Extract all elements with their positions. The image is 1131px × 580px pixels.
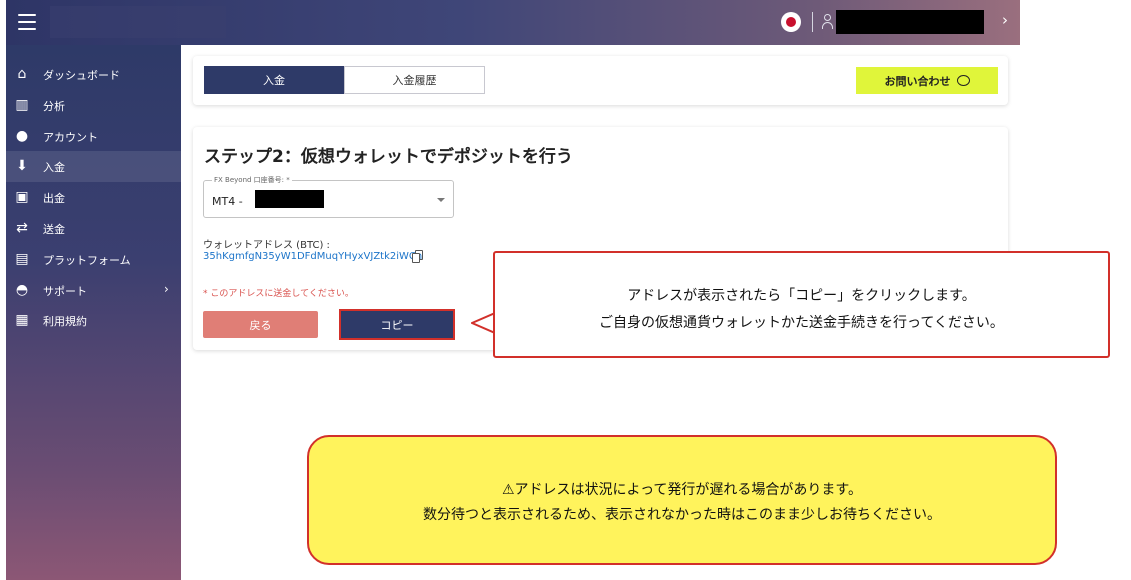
copy-instruction-callout: アドレスが表示されたら「コピー」をクリックします。 ご自身の仮想通貨ウォレットか… <box>493 251 1110 358</box>
sidebar-item-8[interactable]: ▦ 利用規約 <box>6 305 181 336</box>
home-icon: ⌂ <box>17 66 27 82</box>
account-select[interactable]: FX Beyond 口座番号: * MT4 - <box>203 175 454 218</box>
sidebar: ⌂ ダッシュボード ▥ 分析 ● アカウント ⬇ 入金 ▣ 出金 ⇄ 送金 ▤ プラットフォーム ◓ サポート… <box>6 45 181 580</box>
notice-line-1: ⚠アドレスは状況によって発行が遅れる場合があります。 <box>501 482 863 498</box>
sidebar-item-1[interactable]: ▥ 分析 <box>6 90 181 121</box>
tabs-card: 入金 入金履歴 お問い合わせ <box>193 56 1008 105</box>
sidebar-item-label: 送金 <box>43 223 65 236</box>
send-warning-text: * このアドレスに送金してください。 <box>203 289 354 299</box>
support-icon: ◓ <box>15 282 29 298</box>
step-title: ステップ2：仮想ウォレットでデポジットを行う <box>204 147 573 167</box>
brand-area <box>50 6 226 38</box>
back-button[interactable]: 戻る <box>203 311 318 338</box>
sidebar-item-2[interactable]: ● アカウント <box>6 121 181 152</box>
sidebar-item-label: アカウント <box>43 131 98 144</box>
sidebar-item-6[interactable]: ▤ プラットフォーム <box>6 244 181 275</box>
platform-icon: ▤ <box>15 251 29 267</box>
chat-bubble-icon <box>956 75 970 86</box>
tab-deposit-history[interactable]: 入金履歴 <box>344 66 485 94</box>
chevron-right-icon: › <box>164 282 169 296</box>
wallet-address-label: ウォレットアドレス (BTC) : <box>203 240 330 251</box>
sidebar-item-label: プラットフォーム <box>43 254 131 267</box>
account-icon: ● <box>15 128 29 144</box>
sidebar-item-label: サポート <box>43 285 87 298</box>
sidebar-item-label: 出金 <box>43 192 65 205</box>
sidebar-item-7[interactable]: ◓ サポート › <box>6 275 181 306</box>
page: › ⌂ ダッシュボード ▥ 分析 ● アカウント ⬇ 入金 ▣ 出金 ⇄ 送金 ▤ プラットフォーム ◓ サポ… <box>0 0 1131 580</box>
sidebar-item-label: 分析 <box>43 100 65 113</box>
sidebar-item-label: 利用規約 <box>43 315 87 328</box>
analytics-icon: ▥ <box>15 97 29 113</box>
wallet-address[interactable]: 35hKgmfgN35yW1DFdMuqYHyxVJZtk2iWCn <box>203 251 422 262</box>
withdraw-icon: ▣ <box>15 189 29 205</box>
deposit-icon: ⬇ <box>16 158 28 174</box>
copy-button[interactable]: コピー <box>339 309 455 340</box>
sidebar-item-0[interactable]: ⌂ ダッシュボード <box>6 59 181 90</box>
copy-icon[interactable] <box>412 250 424 264</box>
top-bar: › <box>6 0 1020 45</box>
caret-down-icon <box>437 198 445 202</box>
sidebar-item-5[interactable]: ⇄ 送金 <box>6 213 181 244</box>
sidebar-item-label: ダッシュボード <box>43 69 120 82</box>
terms-icon: ▦ <box>15 312 29 328</box>
callout-line-2: ご自身の仮想通貨ウォレットかた送金手続きを行ってください。 <box>599 315 1004 331</box>
account-number-redacted <box>255 190 324 208</box>
japan-flag-icon[interactable] <box>781 12 801 32</box>
chevron-right-icon[interactable]: › <box>1002 11 1008 29</box>
sidebar-item-4[interactable]: ▣ 出金 <box>6 182 181 213</box>
hamburger-icon[interactable] <box>18 14 36 30</box>
transfer-icon: ⇄ <box>16 220 28 236</box>
contact-button-label: お問い合わせ <box>884 74 951 88</box>
sidebar-item-label: 入金 <box>43 161 65 174</box>
sidebar-item-3[interactable]: ⬇ 入金 <box>6 151 181 182</box>
callout-line-1: アドレスが表示されたら「コピー」をクリックします。 <box>627 288 976 304</box>
header-divider <box>812 12 813 32</box>
delay-notice-callout: ⚠アドレスは状況によって発行が遅れる場合があります。 数分待つと表示されるため、… <box>307 435 1057 565</box>
notice-line-2: 数分待つと表示されるため、表示されなかった時はこのまま少しお待ちください。 <box>423 507 941 523</box>
user-icon[interactable] <box>821 14 833 30</box>
user-name-redacted <box>836 10 984 34</box>
callout-pointer <box>471 312 495 334</box>
account-select-legend: FX Beyond 口座番号: * <box>212 175 292 185</box>
account-select-value: MT4 - <box>212 195 243 208</box>
tab-deposit[interactable]: 入金 <box>204 66 344 94</box>
contact-button[interactable]: お問い合わせ <box>856 67 998 94</box>
